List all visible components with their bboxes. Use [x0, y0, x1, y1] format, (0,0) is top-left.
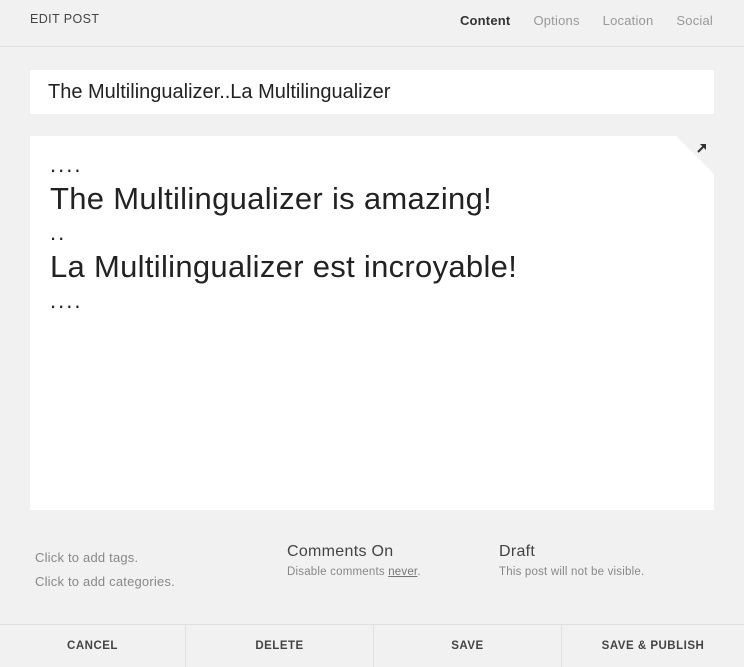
- post-body-editor[interactable]: .... The Multilingualizer is amazing! ..…: [30, 136, 714, 510]
- save-button[interactable]: SAVE: [374, 625, 562, 667]
- tab-location[interactable]: Location: [603, 13, 654, 28]
- tab-options[interactable]: Options: [533, 13, 579, 28]
- publish-status-description: This post will not be visible.: [499, 566, 645, 578]
- action-bar: CANCEL DELETE SAVE SAVE & PUBLISH: [0, 624, 744, 667]
- body-line: ..: [50, 220, 67, 245]
- page-title: EDIT POST: [30, 12, 100, 26]
- save-and-publish-button[interactable]: SAVE & PUBLISH: [562, 625, 744, 667]
- comments-disable-text: Disable comments never.: [287, 566, 421, 578]
- comments-status-toggle[interactable]: Comments On: [287, 543, 421, 561]
- publish-status-toggle[interactable]: Draft: [499, 543, 644, 561]
- body-line: ....: [50, 152, 83, 177]
- tab-social[interactable]: Social: [676, 13, 713, 28]
- comments-disable-suffix: .: [417, 566, 421, 578]
- cancel-button[interactable]: CANCEL: [0, 625, 186, 667]
- post-title-input[interactable]: [30, 70, 714, 114]
- editor-header: EDIT POST Content Options Location Socia…: [0, 0, 744, 47]
- body-line: ....: [50, 288, 83, 313]
- add-tags-link[interactable]: Click to add tags.: [35, 546, 175, 570]
- publish-status-section: Draft This post will not be visible.: [499, 543, 644, 578]
- body-line: The Multilingualizer is amazing!: [50, 181, 493, 216]
- body-line: La Multilingualizer est incroyable!: [50, 249, 518, 284]
- add-categories-link[interactable]: Click to add categories.: [35, 570, 175, 594]
- delete-button[interactable]: DELETE: [186, 625, 374, 667]
- comments-disable-prefix: Disable comments: [287, 566, 389, 578]
- tab-bar: Content Options Location Social: [460, 13, 713, 28]
- comments-section: Comments On Disable comments never.: [287, 543, 421, 578]
- comments-disable-link[interactable]: never: [388, 566, 417, 578]
- expand-arrow-icon[interactable]: [694, 141, 710, 157]
- taxonomy-section: Click to add tags. Click to add categori…: [35, 546, 175, 594]
- tab-content[interactable]: Content: [460, 13, 511, 28]
